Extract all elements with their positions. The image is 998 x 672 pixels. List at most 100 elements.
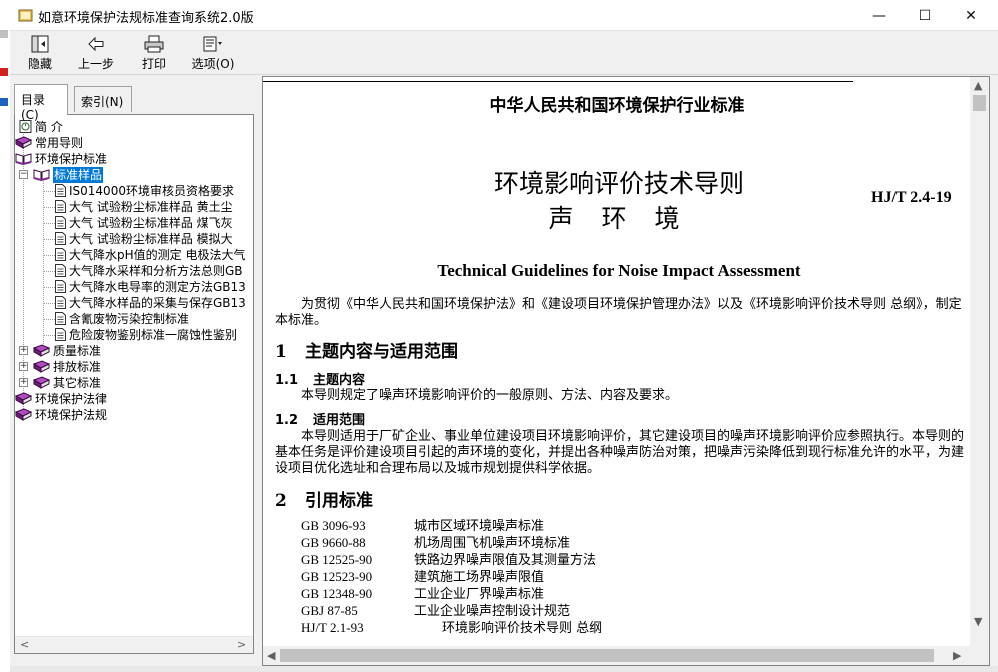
book-open-icon [15, 153, 32, 165]
app-window: 如意环境保护法规标准查询系统2.0版 — ☐ ✕ 隐藏 上一步 打印 选项(O)… [0, 0, 998, 672]
back-button[interactable]: 上一步 [66, 33, 126, 73]
scroll-left-icon[interactable]: ◀ [267, 649, 275, 662]
tree-line [43, 207, 55, 208]
tree-item-env-standards[interactable]: 环境保护标准 [15, 151, 107, 167]
expand-icon[interactable]: + [19, 378, 28, 387]
book-icon [15, 408, 32, 421]
tree-item-label: 大气降水样品的采集与保存GB13 [69, 296, 246, 310]
tree-item-page[interactable]: 大气降水样品的采集与保存GB13 [55, 295, 246, 311]
page-icon [55, 184, 66, 197]
ref-name: 建筑施工场界噪声限值 [414, 570, 545, 585]
hide-button[interactable]: 隐藏 [10, 33, 70, 73]
reference-item: GBJ 87-85 工业企业噪声控制设计规范 [301, 602, 570, 620]
book-open-icon [33, 169, 50, 181]
tree-line [43, 223, 55, 224]
tree-item-env-regulations[interactable]: 环境保护法规 [15, 407, 107, 423]
app-icon [18, 9, 33, 22]
reference-item: HJ/T 2.1-93 环境影响评价技术导则 总纲 [301, 619, 602, 637]
tree-item-label: 环境保护法规 [35, 408, 108, 422]
collapse-icon[interactable]: − [19, 170, 28, 179]
tree-item-label: 大气 试验粉尘标准样品 模拟大 [69, 232, 233, 246]
desktop-mark [0, 68, 8, 76]
tab-index[interactable]: 索引(N) [74, 86, 132, 112]
tree-item-page[interactable]: IS014000环境审核员资格要求 [55, 183, 234, 199]
scrollbar-thumb[interactable] [280, 649, 934, 662]
header-rule [263, 81, 853, 82]
ref-name: 工业企业噪声控制设计规范 [414, 604, 571, 619]
printer-icon [144, 35, 164, 53]
doc-english-title: Technical Guidelines for Noise Impact As… [437, 261, 801, 280]
contents-tree[interactable]: 简 介 常用导则 环境保护标准 − 标准样品 IS014000环境审核员资格要求… [14, 114, 254, 654]
options-icon [203, 36, 222, 52]
ref-name: 工业企业厂界噪声标准 [414, 587, 545, 602]
tree-item-page[interactable]: 危险废物鉴别标准一腐蚀性鉴别 [55, 327, 237, 343]
scroll-up-icon[interactable]: ▲ [974, 79, 982, 92]
tree-item-label: 大气降水采样和分析方法总则GB [69, 264, 243, 278]
scrollbar-thumb[interactable] [973, 95, 986, 111]
section-number: 2 [275, 491, 287, 511]
tree-item-other-standards[interactable]: 其它标准 [33, 375, 101, 391]
tree-item-env-law[interactable]: 环境保护法律 [15, 391, 107, 407]
document-pane: 中华人民共和国环境保护行业标准 环境影响评价技术导则 声 环 境 HJ/T 2.… [262, 76, 990, 666]
page-icon [55, 200, 66, 213]
hide-icon [31, 35, 49, 53]
doc-subtitle: 声 环 境 [548, 204, 690, 233]
tree-item-label: 常用导则 [35, 136, 84, 150]
section-2-heading: 2 引用标准 [275, 486, 373, 511]
tree-line [43, 287, 55, 288]
section-1-1-text: 本导则规定了噪声环境影响评价的一般原则、方法、内容及要求。 [301, 388, 679, 403]
page-icon [55, 312, 66, 325]
tree-item-label: 大气 试验粉尘标准样品 煤飞灰 [69, 216, 233, 230]
scroll-down-icon[interactable]: ▼ [974, 615, 982, 628]
tree-item-page[interactable]: 大气 试验粉尘标准样品 黄土尘 [55, 199, 233, 215]
tree-item-guidelines[interactable]: 常用导则 [15, 135, 83, 151]
tree-item-page[interactable]: 大气降水pH值的测定 电极法大气 [55, 247, 245, 263]
scroll-left-icon[interactable]: < [20, 638, 29, 651]
tree-item-label: 环境保护标准 [35, 152, 108, 166]
scroll-right-icon[interactable]: > [237, 638, 246, 651]
desktop-mark [0, 98, 8, 106]
tree-line [43, 319, 55, 320]
tree-item-label: 大气降水pH值的测定 电极法大气 [69, 248, 246, 262]
arrow-left-icon [88, 36, 104, 52]
title-bar[interactable]: 如意环境保护法规标准查询系统2.0版 — ☐ ✕ [10, 0, 998, 31]
print-button[interactable]: 打印 [124, 33, 184, 73]
tree-item-quality-standards[interactable]: 质量标准 [33, 343, 101, 359]
tab-contents[interactable]: 目录(C) [14, 84, 68, 122]
scroll-right-icon[interactable]: ▶ [953, 649, 961, 662]
tree-item-standard-samples[interactable]: 标准样品 [33, 167, 104, 183]
expand-icon[interactable]: + [19, 346, 28, 355]
tree-item-page[interactable]: 大气 试验粉尘标准样品 模拟大 [55, 231, 233, 247]
page-icon [55, 328, 66, 341]
tree-item-page[interactable]: 大气 试验粉尘标准样品 煤飞灰 [55, 215, 233, 231]
reference-item: GB 9660-88 机场周围飞机噪声环境标准 [301, 534, 570, 552]
document-horizontal-scrollbar[interactable]: ◀ ▶ [263, 646, 971, 665]
window-title: 如意环境保护法规标准查询系统2.0版 [38, 11, 254, 26]
ref-code: GB 12525-90 [301, 552, 373, 567]
tree-item-page[interactable]: 大气降水采样和分析方法总则GB [55, 263, 243, 279]
tree-item-label: 危险废物鉴别标准一腐蚀性鉴别 [69, 328, 238, 342]
minimize-button[interactable]: — [856, 0, 902, 31]
section-number: 1 [275, 342, 287, 362]
section-1-2-heading: 1.2 适用范围 [275, 409, 365, 428]
ref-code: HJ/T 2.1-93 [301, 620, 364, 635]
tree-line [43, 255, 55, 256]
ref-name: 机场周围飞机噪声环境标准 [414, 536, 571, 551]
tree-item-label: IS014000环境审核员资格要求 [69, 184, 234, 198]
section-1-2-text: 本导则适用于厂矿企业、事业单位建设项目环境影响评价，其它建设项目的噪声环境影响评… [275, 429, 965, 476]
maximize-button[interactable]: ☐ [902, 0, 948, 31]
tree-horizontal-scrollbar[interactable]: < > [15, 636, 253, 653]
close-button[interactable]: ✕ [948, 0, 994, 31]
tree-item-label: 含氰废物污染控制标准 [69, 312, 190, 326]
options-button[interactable]: 选项(O) [183, 33, 243, 73]
tree-item-emission-standards[interactable]: 排放标准 [33, 359, 101, 375]
scrollbar-corner [970, 646, 989, 665]
tree-item-page[interactable]: 大气降水电导率的测定方法GB13 [55, 279, 246, 295]
tree-item-page[interactable]: 含氰废物污染控制标准 [55, 311, 189, 327]
ref-name: 城市区域环境噪声标准 [414, 519, 545, 534]
document-vertical-scrollbar[interactable]: ▲ ▼ [970, 77, 989, 647]
reference-item: GB 3096-93 城市区域环境噪声标准 [301, 517, 544, 535]
reference-item: GB 12525-90 铁路边界噪声限值及其测量方法 [301, 551, 596, 569]
expand-icon[interactable]: + [19, 362, 28, 371]
book-icon [33, 376, 50, 389]
